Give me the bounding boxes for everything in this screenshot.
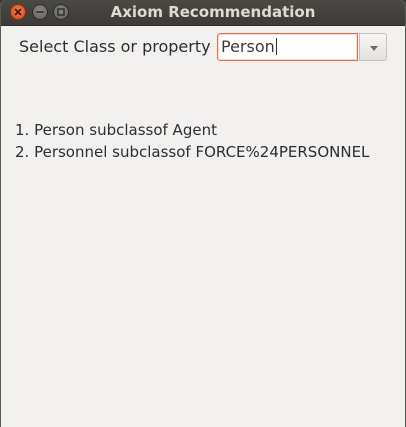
title-bar[interactable]: Axiom Recommendation bbox=[1, 0, 405, 26]
app-window: Axiom Recommendation Select Class or pro… bbox=[0, 0, 406, 427]
combo-input-text: Person bbox=[221, 37, 275, 56]
window-title: Axiom Recommendation bbox=[110, 3, 316, 21]
chevron-down-icon bbox=[370, 46, 378, 51]
list-item: 2. Personnel subclassof FORCE%24PERSONNE… bbox=[15, 143, 370, 161]
text-cursor bbox=[275, 38, 277, 55]
dropdown-button[interactable] bbox=[359, 33, 387, 61]
class-property-combobox[interactable]: Person bbox=[217, 33, 387, 61]
class-property-input[interactable]: Person bbox=[217, 33, 358, 61]
recommendation-list: 1. Person subclassof Agent 2. Personnel … bbox=[15, 119, 369, 163]
class-property-label: Select Class or property bbox=[19, 37, 211, 56]
list-item: 1. Person subclassof Agent bbox=[15, 121, 217, 139]
